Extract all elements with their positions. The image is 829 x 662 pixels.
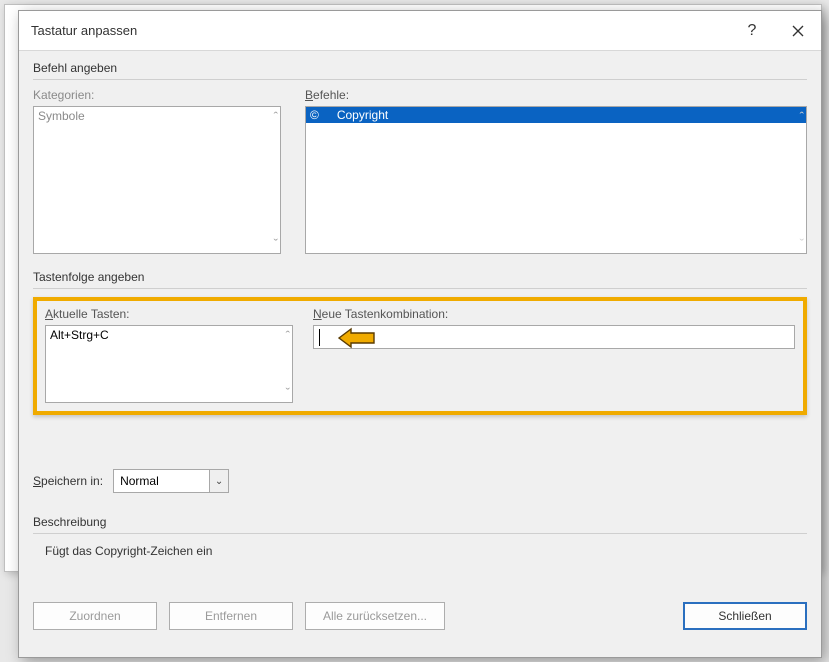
chevron-down-icon: ˇ xyxy=(274,237,278,250)
remove-button[interactable]: Entfernen xyxy=(169,602,293,630)
command-item-copyright[interactable]: © Copyright xyxy=(306,107,806,123)
new-key-label: Neue Tastenkombination: xyxy=(313,307,795,321)
assign-button[interactable]: Zuordnen xyxy=(33,602,157,630)
save-in-combobox[interactable]: Normal ⌄ xyxy=(113,469,229,493)
dialog-body: Befehl angeben Kategorien: Symbole ˆ ˇ B… xyxy=(19,51,821,657)
new-key-input[interactable] xyxy=(313,325,795,349)
save-in-label: Speichern in: xyxy=(33,474,103,488)
categories-label: Kategorien: xyxy=(33,88,281,102)
scroll-arrows: ˆ ˇ xyxy=(788,107,804,253)
chevron-down-icon[interactable]: ⌄ xyxy=(209,469,229,493)
divider xyxy=(33,533,807,534)
text-cursor xyxy=(319,329,320,346)
chevron-down-icon: ˇ xyxy=(800,237,804,250)
command-symbol: © xyxy=(310,108,319,122)
save-in-row: Speichern in: Normal ⌄ xyxy=(33,469,807,493)
command-group-label: Befehl angeben xyxy=(33,61,807,75)
categories-listbox: Symbole ˆ ˇ xyxy=(33,106,281,254)
highlight-frame: Aktuelle Tasten: Alt+Strg+C ˆ ˇ Neue Tas… xyxy=(33,297,807,415)
command-name: Copyright xyxy=(337,108,388,122)
scroll-arrows: ˆ ˇ xyxy=(262,107,278,253)
commands-listbox[interactable]: © Copyright ˆ ˇ xyxy=(305,106,807,254)
dialog-title: Tastatur anpassen xyxy=(31,23,729,38)
keys-group-label: Tastenfolge angeben xyxy=(33,270,807,284)
description-text: Fügt das Copyright-Zeichen ein xyxy=(45,544,807,558)
button-row: Zuordnen Entfernen Alle zurücksetzen... … xyxy=(33,602,807,630)
current-keys-listbox[interactable]: Alt+Strg+C ˆ ˇ xyxy=(45,325,293,403)
command-row: Kategorien: Symbole ˆ ˇ Befehle: © Copyr… xyxy=(33,88,807,254)
divider xyxy=(33,288,807,289)
current-keys-label: Aktuelle Tasten: xyxy=(45,307,293,321)
reset-all-button[interactable]: Alle zurücksetzen... xyxy=(305,602,445,630)
titlebar: Tastatur anpassen ? xyxy=(19,11,821,51)
customize-keyboard-dialog: Tastatur anpassen ? Befehl angeben Kateg… xyxy=(18,10,822,658)
arrow-callout-icon xyxy=(338,327,376,352)
current-key-item[interactable]: Alt+Strg+C xyxy=(46,326,292,344)
description-block: Beschreibung Fügt das Copyright-Zeichen … xyxy=(33,515,807,558)
divider xyxy=(33,79,807,80)
help-button[interactable]: ? xyxy=(729,11,775,51)
save-in-value: Normal xyxy=(113,469,209,493)
close-button[interactable]: Schließen xyxy=(683,602,807,630)
categories-item: Symbole xyxy=(34,107,280,125)
description-label: Beschreibung xyxy=(33,515,807,529)
close-icon[interactable] xyxy=(775,11,821,51)
chevron-down-icon: ˇ xyxy=(286,386,290,399)
commands-label: Befehle: xyxy=(305,88,807,102)
